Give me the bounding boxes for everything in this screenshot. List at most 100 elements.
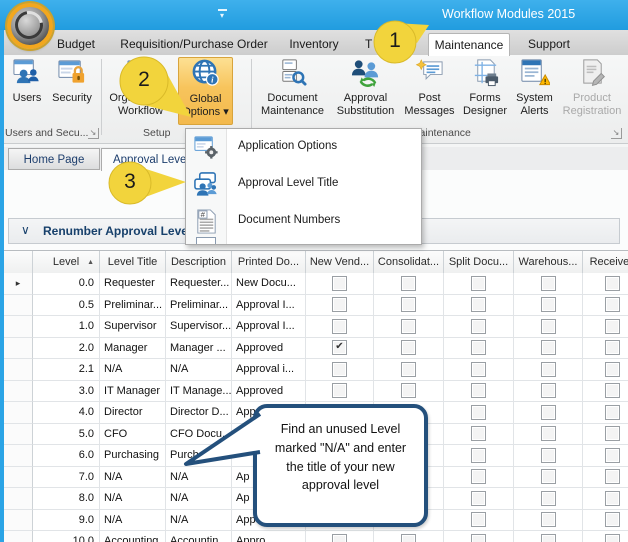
menu-item-approval-level-title[interactable]: Approval Level Title — [186, 166, 421, 203]
grid-row-level-2.1[interactable]: 2.1N/AN/AApproval i... — [4, 359, 628, 381]
cell-description[interactable]: Supervisor... — [166, 316, 232, 338]
checkbox-unchecked-icon[interactable] — [605, 276, 620, 291]
cell-level[interactable]: 2.1 — [33, 359, 100, 381]
ribbon-button-document-maintenance[interactable]: DocumentMaintenance — [255, 57, 330, 118]
document-tab-home-page[interactable]: Home Page — [8, 148, 100, 170]
checkbox-unchecked-icon[interactable] — [605, 426, 620, 441]
checkbox-unchecked-icon[interactable] — [541, 512, 556, 527]
checkbox-unchecked-icon[interactable] — [541, 469, 556, 484]
ribbon-button-post-messages[interactable]: PostMessages — [402, 57, 457, 118]
checkbox-unchecked-icon[interactable] — [401, 534, 416, 542]
checkbox-unchecked-icon[interactable] — [332, 534, 347, 542]
ribbon-tab-maintenance[interactable]: Maintenance — [428, 33, 510, 56]
grid-row-level-10.0[interactable]: 10.0AccountingAccountin...Appro — [4, 531, 628, 542]
checkbox-checked-icon[interactable]: ✔ — [332, 340, 347, 355]
ribbon-button-system-alerts[interactable]: SystemAlerts — [512, 57, 557, 118]
checkbox-unchecked-icon[interactable] — [471, 448, 486, 463]
grid-header-warehous-[interactable]: Warehous... — [514, 251, 583, 273]
checkbox-unchecked-icon[interactable] — [541, 340, 556, 355]
checkbox-unchecked-icon[interactable] — [332, 383, 347, 398]
cell-level[interactable]: 7.0 — [33, 467, 100, 489]
checkbox-unchecked-icon[interactable] — [605, 448, 620, 463]
cell-level[interactable]: 9.0 — [33, 510, 100, 532]
cell-level[interactable]: 0.5 — [33, 295, 100, 317]
checkbox-unchecked-icon[interactable] — [605, 534, 620, 542]
grid-header-description[interactable]: Description — [166, 251, 232, 273]
menu-item-document-numbers[interactable]: #Document Numbers — [186, 203, 421, 240]
checkbox-unchecked-icon[interactable] — [401, 340, 416, 355]
checkbox-unchecked-icon[interactable] — [401, 383, 416, 398]
checkbox-unchecked-icon[interactable] — [401, 297, 416, 312]
checkbox-unchecked-icon[interactable] — [471, 362, 486, 377]
checkbox-unchecked-icon[interactable] — [541, 426, 556, 441]
checkbox-unchecked-icon[interactable] — [471, 297, 486, 312]
cell-level-title[interactable]: Accounting — [100, 531, 166, 542]
collapse-chevron-icon[interactable]: ∨ — [21, 223, 30, 237]
cell-level-title[interactable]: IT Manager — [100, 381, 166, 403]
checkbox-unchecked-icon[interactable] — [605, 319, 620, 334]
cell-level-title[interactable]: Purchasing — [100, 445, 166, 467]
checkbox-unchecked-icon[interactable] — [471, 426, 486, 441]
ribbon-tab-support[interactable]: Support — [510, 33, 588, 55]
cell-description[interactable]: Accountin... — [166, 531, 232, 542]
cell-level-title[interactable]: Manager — [100, 338, 166, 360]
cell-level-title[interactable]: Supervisor — [100, 316, 166, 338]
checkbox-unchecked-icon[interactable] — [605, 297, 620, 312]
ribbon-button-security[interactable]: Security — [48, 57, 96, 105]
cell-level-title[interactable]: Requester — [100, 273, 166, 295]
dialog-launcher-icon[interactable]: ↘ — [611, 128, 622, 139]
grid-row-level-3.0[interactable]: 3.0IT ManagerIT Manage...Approved — [4, 381, 628, 403]
grid-header-consolidat-[interactable]: Consolidat... — [374, 251, 444, 273]
grid-row-level-0.5[interactable]: 0.5Preliminar...Preliminar...Approval I.… — [4, 295, 628, 317]
checkbox-unchecked-icon[interactable] — [471, 383, 486, 398]
ribbon-tab-budget[interactable]: Budget — [40, 33, 112, 55]
cell-level-title[interactable]: Director — [100, 402, 166, 424]
grid-row-level-0.0[interactable]: ▸0.0RequesterRequester...New Docu... — [4, 273, 628, 295]
cell-printed-doc[interactable]: Approved — [232, 381, 306, 403]
checkbox-unchecked-icon[interactable] — [541, 362, 556, 377]
cell-level[interactable]: 0.0 — [33, 273, 100, 295]
grid-row-level-2.0[interactable]: 2.0ManagerManager ...Approved✔ — [4, 338, 628, 360]
checkbox-unchecked-icon[interactable] — [605, 340, 620, 355]
cell-description[interactable]: N/A — [166, 488, 232, 510]
checkbox-unchecked-icon[interactable] — [332, 297, 347, 312]
checkbox-unchecked-icon[interactable] — [605, 383, 620, 398]
grid-header-level[interactable]: Level▲ — [33, 251, 100, 273]
cell-level[interactable]: 4.0 — [33, 402, 100, 424]
checkbox-unchecked-icon[interactable] — [541, 405, 556, 420]
cell-printed-doc[interactable]: Approval I... — [232, 295, 306, 317]
ribbon-tab-requisition-purchase-order[interactable]: Requisition/Purchase Order — [118, 33, 270, 55]
checkbox-unchecked-icon[interactable] — [605, 405, 620, 420]
grid-header-new-vend-[interactable]: New Vend... — [306, 251, 374, 273]
cell-level[interactable]: 8.0 — [33, 488, 100, 510]
quick-access-toolbar-dropdown-icon[interactable]: ▾ — [215, 9, 229, 21]
cell-level-title[interactable]: Preliminar... — [100, 295, 166, 317]
cell-level-title[interactable]: N/A — [100, 359, 166, 381]
checkbox-unchecked-icon[interactable] — [401, 276, 416, 291]
checkbox-unchecked-icon[interactable] — [541, 491, 556, 506]
grid-header-split-docu-[interactable]: Split Docu... — [444, 251, 514, 273]
checkbox-unchecked-icon[interactable] — [401, 319, 416, 334]
grid-row-level-1.0[interactable]: 1.0SupervisorSupervisor...Approval I... — [4, 316, 628, 338]
cell-printed-doc[interactable]: New Docu... — [232, 273, 306, 295]
ribbon-button-forms-designer[interactable]: FormsDesigner — [458, 57, 512, 118]
cell-description[interactable]: Preliminar... — [166, 295, 232, 317]
checkbox-unchecked-icon[interactable] — [541, 319, 556, 334]
ribbon-tab-inventory[interactable]: Inventory — [276, 33, 352, 55]
checkbox-unchecked-icon[interactable] — [401, 362, 416, 377]
cell-printed-doc[interactable]: Appro — [232, 531, 306, 542]
grid-header-printed-do-[interactable]: Printed Do... — [232, 251, 306, 273]
cell-printed-doc[interactable]: Approved — [232, 338, 306, 360]
dialog-launcher-icon[interactable]: ↘ — [88, 128, 99, 139]
cell-description[interactable]: Requester... — [166, 273, 232, 295]
checkbox-unchecked-icon[interactable] — [605, 512, 620, 527]
cell-level[interactable]: 5.0 — [33, 424, 100, 446]
checkbox-unchecked-icon[interactable] — [541, 297, 556, 312]
checkbox-unchecked-icon[interactable] — [332, 362, 347, 377]
cell-description[interactable]: N/A — [166, 359, 232, 381]
checkbox-unchecked-icon[interactable] — [471, 534, 486, 542]
cell-printed-doc[interactable]: Approval I... — [232, 316, 306, 338]
checkbox-unchecked-icon[interactable] — [541, 448, 556, 463]
checkbox-unchecked-icon[interactable] — [471, 469, 486, 484]
checkbox-unchecked-icon[interactable] — [471, 512, 486, 527]
